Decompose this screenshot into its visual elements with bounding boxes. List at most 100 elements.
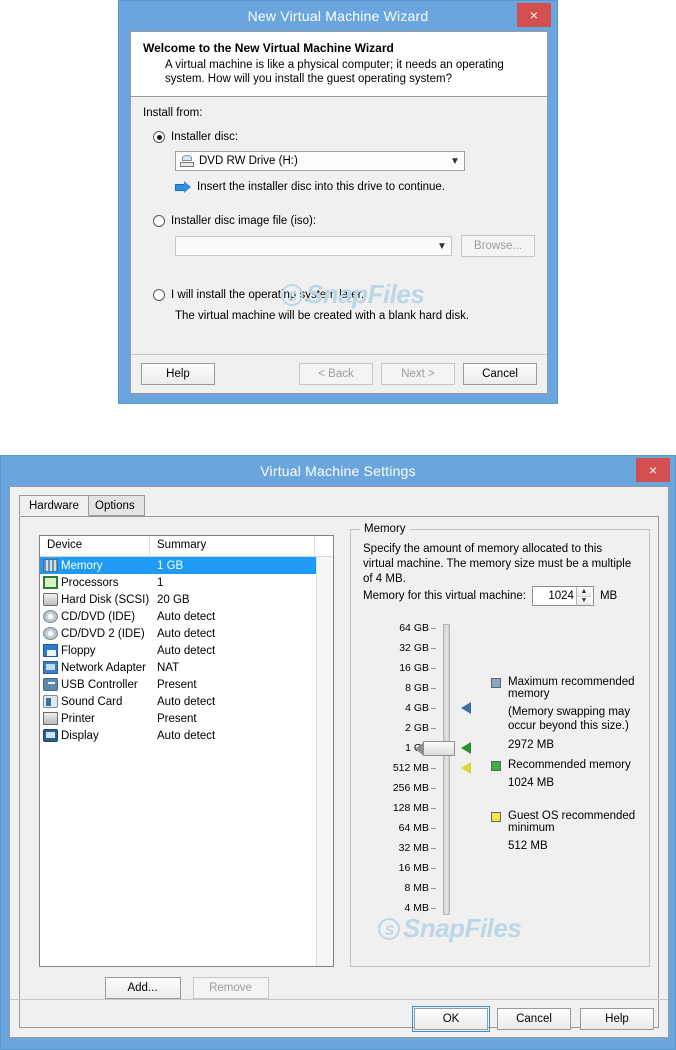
add-button[interactable]: Add... [104,977,181,999]
table-row[interactable]: USB Controller Present [40,676,333,693]
option-installer-disc[interactable]: Installer disc: [153,131,535,143]
tick-label: 4 GB [405,702,429,714]
display-icon [43,729,58,742]
device-actions: Add... Remove [39,977,334,999]
install-later-hint: The virtual machine will be created with… [175,310,470,322]
hdd-icon [43,593,58,606]
device-name: Processors [61,576,119,589]
legend-value: 512 MB [508,840,548,852]
legend-recommended: Recommended memory 1024 MB [491,759,631,790]
device-summary: Auto detect [157,627,216,640]
radio-install-later[interactable] [153,289,165,301]
device-list[interactable]: Device Summary Memory 1 GB Processors 1 … [39,535,334,967]
memory-value: 1024 [548,590,574,602]
printer-icon [43,712,58,725]
tick-label: 32 MB [398,842,429,854]
device-list-header: Device Summary [40,536,333,557]
option-installer-iso[interactable]: Installer disc image file (iso): [153,215,535,227]
device-list-scrollbar[interactable] [316,557,333,966]
device-name: Sound Card [61,695,123,708]
device-name: Hard Disk (SCSI) [61,593,150,606]
iso-path-input[interactable]: ▼ [175,236,452,256]
device-summary: Auto detect [157,644,216,657]
memory-unit: MB [599,590,618,602]
option-install-later[interactable]: I will install the operating system late… [153,289,535,301]
memory-field-row: Memory for this virtual machine: 1024 ▲ … [363,586,617,606]
chevron-down-icon[interactable]: ▼ [433,241,451,252]
device-summary: Present [157,678,197,691]
option-install-later-label: I will install the operating system late… [171,289,365,301]
ok-button[interactable]: OK [412,1005,490,1032]
tick-label: 16 GB [399,662,429,674]
hardware-tab-panel: Device Summary Memory 1 GB Processors 1 … [19,516,659,1028]
column-header-device: Device [40,536,150,557]
memory-description: Specify the amount of memory allocated t… [363,543,632,585]
device-summary: Auto detect [157,695,216,708]
remove-button[interactable]: Remove [192,977,269,999]
legend-value: 1024 MB [508,777,555,789]
tab-options[interactable]: Options [85,495,145,516]
drive-select[interactable]: DVD RW Drive (H:) ▼ [175,151,465,171]
memory-group-label: Memory [360,523,410,535]
cancel-button[interactable]: Cancel [497,1007,571,1030]
device-name: USB Controller [61,678,138,691]
memory-slider-track[interactable] [443,624,450,915]
tab-hardware[interactable]: Hardware [19,495,89,516]
device-name: Memory [61,559,103,572]
table-row[interactable]: Hard Disk (SCSI) 20 GB [40,591,333,608]
tick-label: 32 GB [399,642,429,654]
legend-swatch-icon [491,812,501,822]
network-icon [43,661,58,674]
device-summary: NAT [157,661,180,674]
wizard-header-text: A virtual machine is like a physical com… [165,59,504,85]
device-name: Display [61,729,99,742]
settings-title: Virtual Machine Settings [260,463,416,479]
memory-slider-thumb[interactable] [415,741,455,756]
device-summary: 1 GB [157,559,184,572]
device-summary: Auto detect [157,610,216,623]
table-row[interactable]: CD/DVD 2 (IDE) Auto detect [40,625,333,642]
tick-label: 2 GB [405,722,429,734]
device-name: CD/DVD 2 (IDE) [61,627,145,640]
table-row[interactable]: Processors 1 [40,574,333,591]
cancel-button[interactable]: Cancel [463,363,537,385]
table-row[interactable]: CD/DVD (IDE) Auto detect [40,608,333,625]
tick-label: 256 MB [392,782,429,794]
table-row[interactable]: Floppy Auto detect [40,642,333,659]
arrow-right-icon [175,180,191,193]
table-row[interactable]: Memory 1 GB [40,557,333,574]
legend-note: (Memory swapping may occur beyond this s… [508,706,631,732]
next-button[interactable]: Next > [381,363,455,385]
settings-titlebar: Virtual Machine Settings × [1,456,675,486]
close-icon[interactable]: × [517,3,551,27]
install-from-label: Install from: [143,107,203,119]
radio-installer-iso[interactable] [153,215,165,227]
settings-body: Hardware Options Device Summary Memory 1… [9,486,669,1038]
device-summary: 1 [157,576,164,589]
drive-hint-row: Insert the installer disc into this driv… [175,180,535,193]
stepper-down-icon[interactable]: ▼ [576,596,591,605]
table-row[interactable]: Network Adapter NAT [40,659,333,676]
help-button[interactable]: Help [580,1007,654,1030]
chevron-down-icon[interactable]: ▼ [446,156,464,167]
table-row[interactable]: Display Auto detect [40,727,333,744]
usb-icon [43,678,58,691]
memory-icon [43,559,58,572]
wizard-header: Welcome to the New Virtual Machine Wizar… [131,32,547,97]
device-summary: Auto detect [157,729,216,742]
tick-label: 512 MB [392,762,429,774]
help-button[interactable]: Help [141,363,215,385]
tabstrip: Hardware Options [19,495,668,516]
close-icon[interactable]: × [636,458,670,482]
table-row[interactable]: Sound Card Auto detect [40,693,333,710]
memory-stepper[interactable]: 1024 ▲ ▼ [531,586,594,606]
radio-installer-disc[interactable] [153,131,165,143]
stepper-buttons[interactable]: ▲ ▼ [575,587,591,605]
floppy-icon [43,644,58,657]
table-row[interactable]: Printer Present [40,710,333,727]
virtual-machine-settings-window: Virtual Machine Settings × Hardware Opti… [0,455,676,1050]
browse-button[interactable]: Browse... [461,235,535,257]
back-button[interactable]: < Back [299,363,373,385]
tick-label: 64 MB [398,822,429,834]
stepper-up-icon[interactable]: ▲ [576,587,591,597]
